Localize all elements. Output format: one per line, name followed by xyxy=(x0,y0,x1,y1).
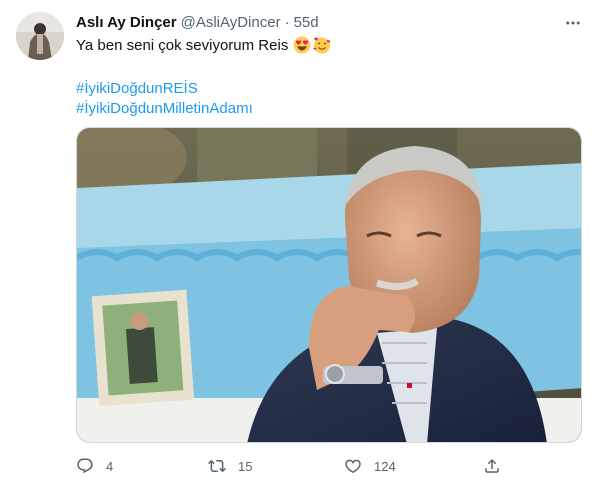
tweet-text: Ya ben seni çok seviyorum Reis xyxy=(76,37,289,54)
author-name[interactable]: Aslı Ay Dinçer xyxy=(76,14,177,31)
share-button[interactable] xyxy=(483,457,501,475)
tweet[interactable]: Aslı Ay Dinçer @AsliAyDincer · 55d Ya be… xyxy=(0,0,598,487)
like-button[interactable]: 124 xyxy=(344,457,483,475)
tweet-media-photo[interactable] xyxy=(76,127,582,443)
heart-eyes-emoji xyxy=(293,36,311,60)
tweet-text-block: Ya ben seni çok seviyorum Reis xyxy=(76,36,576,60)
hashtag-link[interactable]: #İyikiDoğdunREİS xyxy=(76,79,253,99)
hashtag-link[interactable]: #İyikiDoğdunMilletinAdamı xyxy=(76,99,253,119)
like-count: 124 xyxy=(374,458,396,474)
avatar[interactable] xyxy=(16,12,64,60)
reply-count: 4 xyxy=(106,458,114,474)
tweet-actions: 4 15 124 xyxy=(76,455,506,477)
tweet-timestamp[interactable]: 55d xyxy=(294,14,319,31)
retweet-icon xyxy=(208,459,226,473)
author-handle[interactable]: @AsliAyDincer xyxy=(181,14,281,31)
smiling-face-with-hearts-emoji xyxy=(313,36,331,60)
more-icon xyxy=(566,21,580,25)
share-icon xyxy=(485,458,499,473)
like-icon xyxy=(345,459,361,474)
reply-icon xyxy=(77,458,93,474)
hashtag-list: #İyikiDoğdunREİS #İyikiDoğdunMilletinAda… xyxy=(76,79,253,119)
separator-dot: · xyxy=(284,13,290,31)
reply-button[interactable]: 4 xyxy=(76,457,208,475)
tweet-header: Aslı Ay Dinçer @AsliAyDincer · 55d xyxy=(76,11,582,33)
more-button[interactable] xyxy=(562,12,584,34)
retweet-count: 15 xyxy=(238,458,253,474)
retweet-button[interactable]: 15 xyxy=(208,457,344,475)
